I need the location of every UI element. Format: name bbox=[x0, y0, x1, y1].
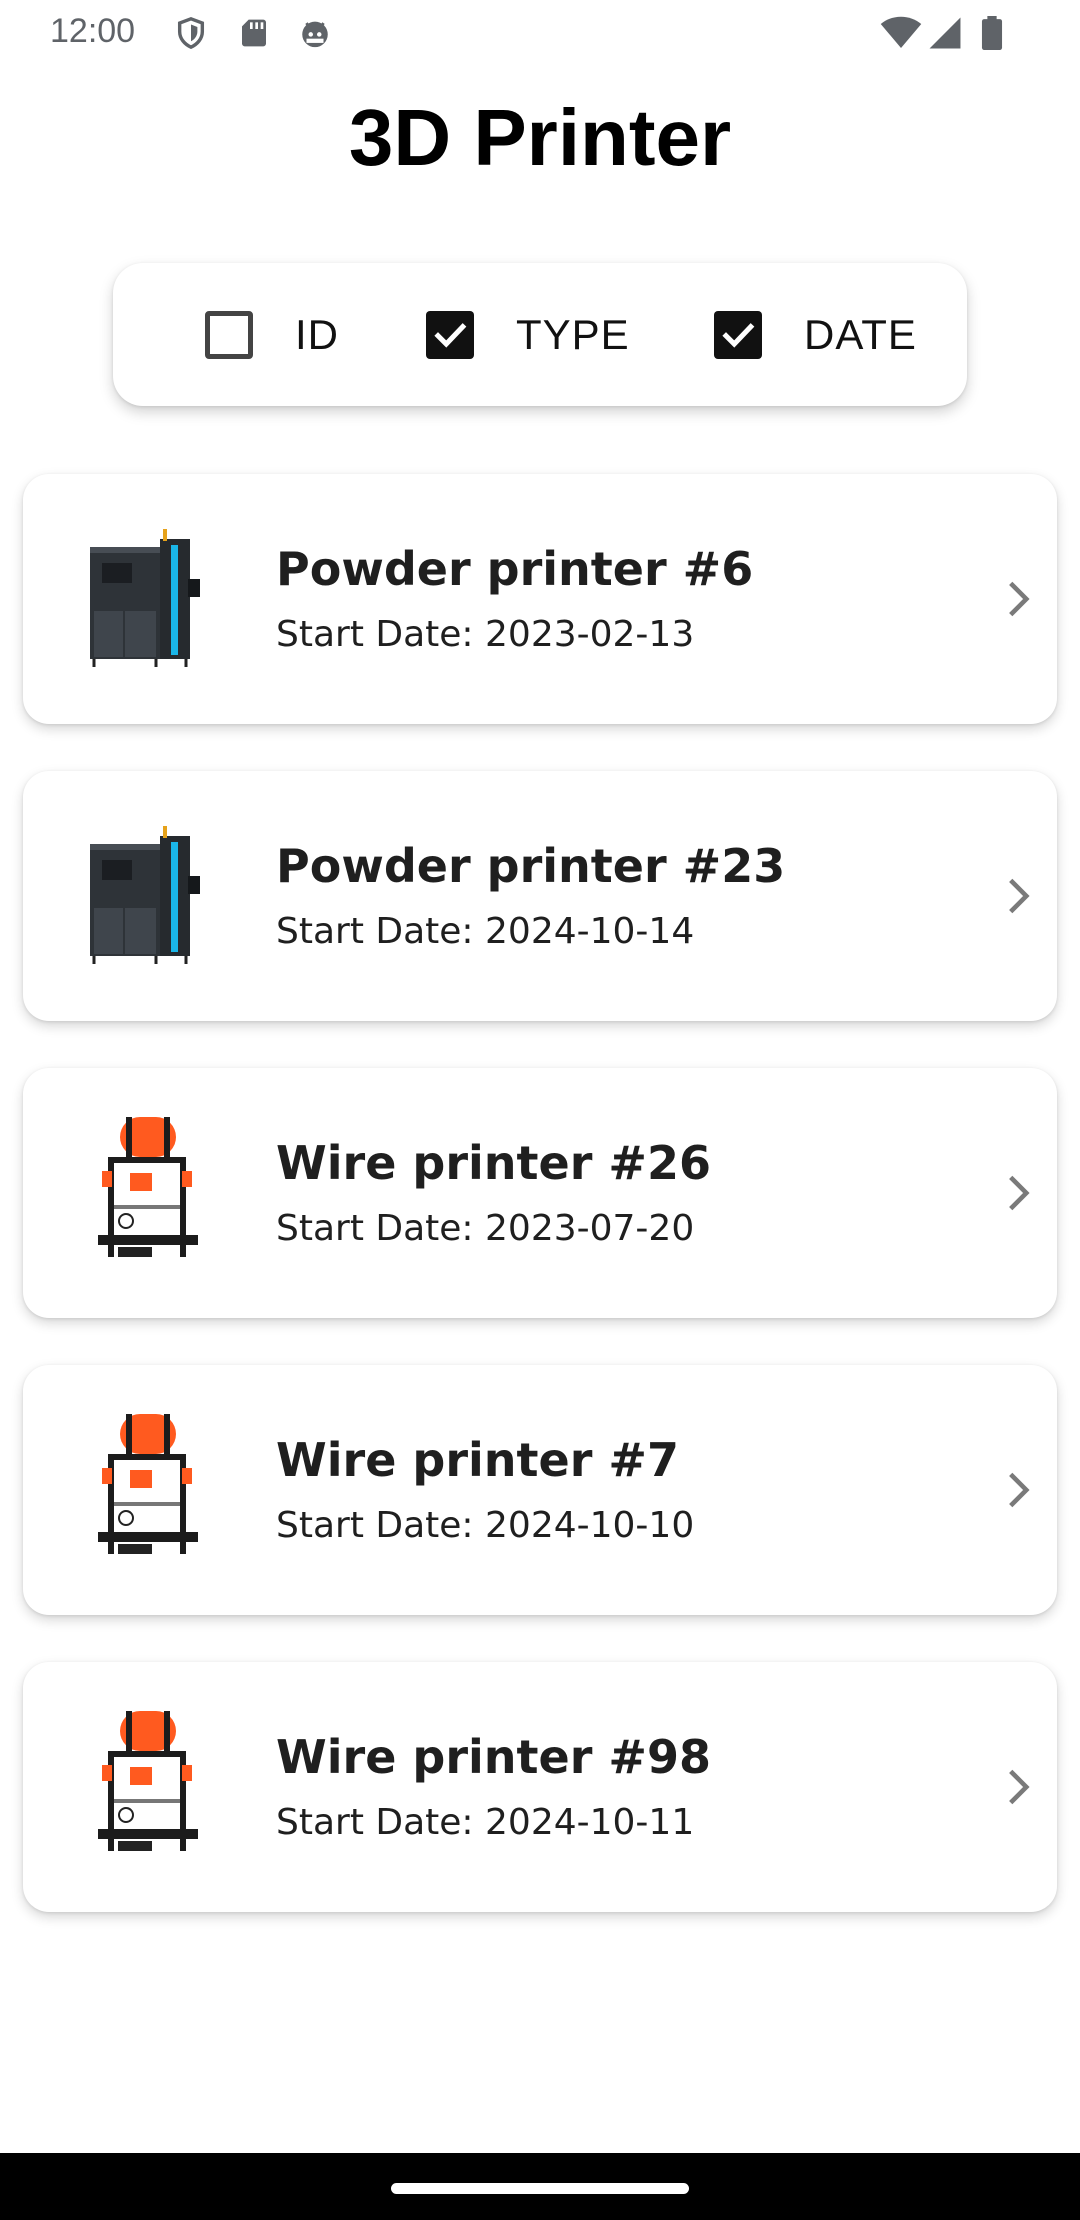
navigation-bar bbox=[0, 2153, 1080, 2220]
printer-name: Powder printer #23 bbox=[276, 839, 786, 893]
printer-name: Wire printer #7 bbox=[276, 1433, 679, 1487]
printer-start-date: Start Date: 2024-10-10 bbox=[276, 1505, 695, 1546]
sd-card-icon bbox=[238, 16, 270, 54]
page-title: 3D Printer bbox=[348, 93, 732, 182]
signal-icon bbox=[928, 16, 962, 54]
checkbox-date[interactable] bbox=[714, 310, 762, 359]
wire-printer-icon bbox=[68, 1113, 228, 1273]
chevron-right-icon bbox=[1009, 1472, 1030, 1508]
printer-card[interactable]: Wire printer #26 Start Date: 2023-07-20 bbox=[23, 1068, 1057, 1318]
printer-name: Wire printer #26 bbox=[276, 1136, 711, 1190]
printer-start-date: Start Date: 2024-10-11 bbox=[276, 1802, 695, 1843]
filter-label-date: DATE bbox=[804, 310, 917, 358]
printer-card[interactable]: Powder printer #6 Start Date: 2023-02-13 bbox=[23, 474, 1057, 724]
powder-printer-icon bbox=[68, 519, 228, 679]
home-gesture-handle[interactable] bbox=[391, 2183, 689, 2194]
check-icon bbox=[722, 322, 755, 348]
shield-icon bbox=[174, 16, 208, 54]
printer-name: Powder printer #6 bbox=[276, 542, 754, 596]
chevron-right-icon bbox=[1009, 1769, 1030, 1805]
wire-printer-icon bbox=[68, 1410, 228, 1570]
printer-card[interactable]: Wire printer #98 Start Date: 2024-10-11 bbox=[23, 1662, 1057, 1912]
wifi-icon bbox=[880, 16, 922, 54]
filter-id[interactable]: ID bbox=[205, 263, 339, 406]
printer-card[interactable]: Wire printer #7 Start Date: 2024-10-10 bbox=[23, 1365, 1057, 1615]
status-time: 12:00 bbox=[50, 12, 136, 50]
status-bar: 12:00 bbox=[0, 0, 1080, 64]
filter-panel: ID TYPE DATE bbox=[113, 263, 967, 406]
printer-name: Wire printer #98 bbox=[276, 1730, 711, 1784]
filter-type[interactable]: TYPE bbox=[426, 263, 630, 406]
check-icon bbox=[434, 322, 467, 348]
chevron-right-icon bbox=[1009, 581, 1030, 617]
filter-label-id: ID bbox=[295, 310, 339, 358]
android-debug-icon bbox=[298, 16, 332, 54]
printer-start-date: Start Date: 2023-07-20 bbox=[276, 1208, 695, 1249]
filter-label-type: TYPE bbox=[516, 310, 630, 358]
powder-printer-icon bbox=[68, 816, 228, 976]
wire-printer-icon bbox=[68, 1707, 228, 1867]
chevron-right-icon bbox=[1009, 1175, 1030, 1211]
chevron-right-icon bbox=[1009, 878, 1030, 914]
printer-card[interactable]: Powder printer #23 Start Date: 2024-10-1… bbox=[23, 771, 1057, 1021]
checkbox-type[interactable] bbox=[426, 310, 474, 359]
filter-date[interactable]: DATE bbox=[714, 263, 917, 406]
battery-icon bbox=[980, 16, 1004, 54]
printer-start-date: Start Date: 2024-10-14 bbox=[276, 911, 695, 952]
printer-start-date: Start Date: 2023-02-13 bbox=[276, 614, 695, 655]
checkbox-id[interactable] bbox=[205, 310, 253, 359]
